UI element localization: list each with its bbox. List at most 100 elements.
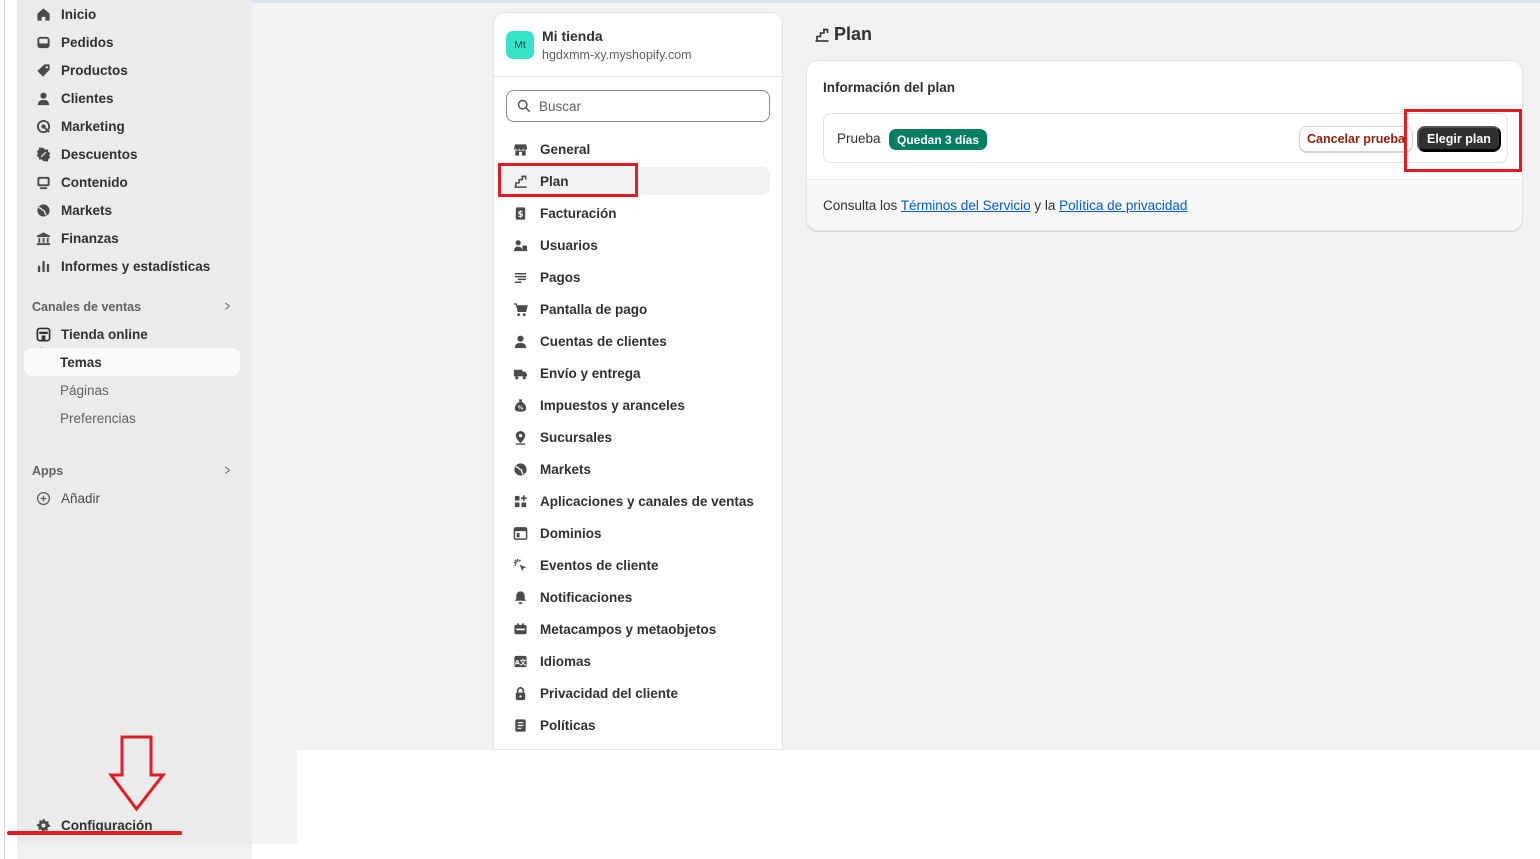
nav-informes[interactable]: Informes y estadísticas [27,252,240,280]
nav-finanzas[interactable]: Finanzas [27,224,240,252]
nav-productos[interactable]: Productos [27,56,240,84]
bank-icon [35,230,51,246]
policy-icon [512,717,528,733]
globe-icon [35,202,51,218]
billing-icon: $ [512,205,528,221]
nav-label: Marketing [61,118,125,134]
legal-prefix: Consulta los [823,198,901,213]
nav-label: Finanzas [61,230,119,246]
settings-item-privacidad[interactable]: Privacidad del cliente [499,679,770,707]
nav-label: Clientes [61,90,114,106]
settings-item-pantalla-pago[interactable]: Pantalla de pago [499,295,770,323]
nav-pedidos[interactable]: Pedidos [27,28,240,56]
settings-item-label: Dominios [540,525,602,541]
settings-item-idiomas[interactable]: A文 Idiomas [499,647,770,675]
settings-item-label: Aplicaciones y canales de ventas [540,493,754,509]
settings-panel: Mt Mi tienda hgdxmm-xy.myshopify.com Bus… [493,12,783,750]
nav-anadir-app[interactable]: Añadir [27,484,240,512]
settings-item-label: Privacidad del cliente [540,685,679,701]
home-icon [35,6,51,22]
cursor-icon [512,557,528,573]
settings-item-cuentas-clientes[interactable]: Cuentas de clientes [499,327,770,355]
chart-icon [35,258,51,274]
settings-item-aplicaciones[interactable]: Aplicaciones y canales de ventas [499,487,770,515]
nav-preferencias[interactable]: Preferencias [60,411,136,426]
store-header[interactable]: Mt Mi tienda hgdxmm-xy.myshopify.com [494,13,782,77]
annotation-underline [7,831,182,835]
plan-icon [815,28,829,42]
settings-item-label: Cuentas de clientes [540,333,667,349]
settings-item-label: Impuestos y aranceles [540,397,685,413]
settings-item-label: Metacampos y metaobjetos [540,621,717,637]
settings-item-label: Markets [540,461,592,477]
settings-item-impuestos[interactable]: % Impuestos y aranceles [499,391,770,419]
settings-item-markets[interactable]: Markets [499,455,770,483]
storefront-icon [35,326,51,342]
settings-item-envio[interactable]: Envío y entrega [499,359,770,387]
admin-sidebar: Inicio Pedidos Productos Clientes Market… [17,0,252,844]
settings-item-facturacion[interactable]: $ Facturación [499,199,770,227]
card-footer: Consulta los Términos del Servicio y la … [807,179,1522,230]
settings-search-input[interactable]: Buscar [506,90,770,122]
location-icon [512,429,528,445]
payments-icon [512,269,528,285]
settings-item-sucursales[interactable]: Sucursales [499,423,770,451]
settings-item-dominios[interactable]: Dominios [499,519,770,547]
legal-and: y la [1030,198,1060,213]
settings-item-label: General [540,141,591,157]
nav-markets[interactable]: Markets [27,196,240,224]
nav-contenido[interactable]: Contenido [27,168,240,196]
settings-item-general[interactable]: General [499,135,770,163]
nav-temas[interactable]: Temas [24,348,240,376]
nav-marketing[interactable]: Marketing [27,112,240,140]
page-title-text: Plan [834,24,873,44]
apps-heading[interactable]: Apps > [32,462,232,479]
bell-icon [512,589,528,605]
cancel-trial-button[interactable]: Cancelar prueba [1299,126,1413,152]
annotation-highlight-plan [498,163,638,197]
privacy-link[interactable]: Política de privacidad [1059,198,1187,213]
nav-label: Informes y estadísticas [61,258,211,274]
person-icon [512,333,528,349]
settings-item-usuarios[interactable]: Usuarios [499,231,770,259]
settings-item-label: Envío y entrega [540,365,641,381]
discount-icon [35,146,51,162]
search-icon [517,99,531,113]
chevron-right-icon: > [224,298,231,315]
legal-text: Consulta los Términos del Servicio y la … [823,198,1187,213]
nav-label: Markets [61,202,113,218]
annotation-arrow-down-icon [108,735,166,812]
nav-label: Tienda online [61,326,148,342]
tax-icon: % [512,397,528,413]
settings-item-notificaciones[interactable]: Notificaciones [499,583,770,611]
settings-item-label: Idiomas [540,653,592,669]
tag-icon [35,62,51,78]
settings-item-label: Políticas [540,717,596,733]
domain-icon [512,525,528,541]
nav-inicio[interactable]: Inicio [27,0,240,28]
sales-channels-heading[interactable]: Canales de ventas > [32,298,232,315]
store-avatar: Mt [506,30,534,59]
globe-icon [512,461,528,477]
language-icon: A文 [512,653,528,669]
metafield-icon [512,621,528,637]
nav-label: Productos [61,62,128,78]
nav-tienda-online[interactable]: Tienda online [27,320,240,348]
section-label: Canales de ventas [32,299,142,314]
left-gutter [0,0,17,859]
nav-label: Pedidos [61,34,114,50]
settings-item-metacampos[interactable]: Metacampos y metaobjetos [499,615,770,643]
nav-label: Inicio [61,6,97,22]
nav-descuentos[interactable]: Descuentos [27,140,240,168]
settings-item-pagos[interactable]: Pagos [499,263,770,291]
settings-item-politicas[interactable]: Políticas [499,711,770,739]
svg-text:%: % [517,405,523,411]
terms-link[interactable]: Términos del Servicio [901,198,1031,213]
nav-paginas[interactable]: Páginas [60,383,109,398]
inbox-icon [35,34,51,50]
apps-icon [512,493,528,509]
settings-item-label: Eventos de cliente [540,557,659,573]
nav-clientes[interactable]: Clientes [27,84,240,112]
settings-item-eventos[interactable]: Eventos de cliente [499,551,770,579]
store-name: Mi tienda [542,27,603,44]
